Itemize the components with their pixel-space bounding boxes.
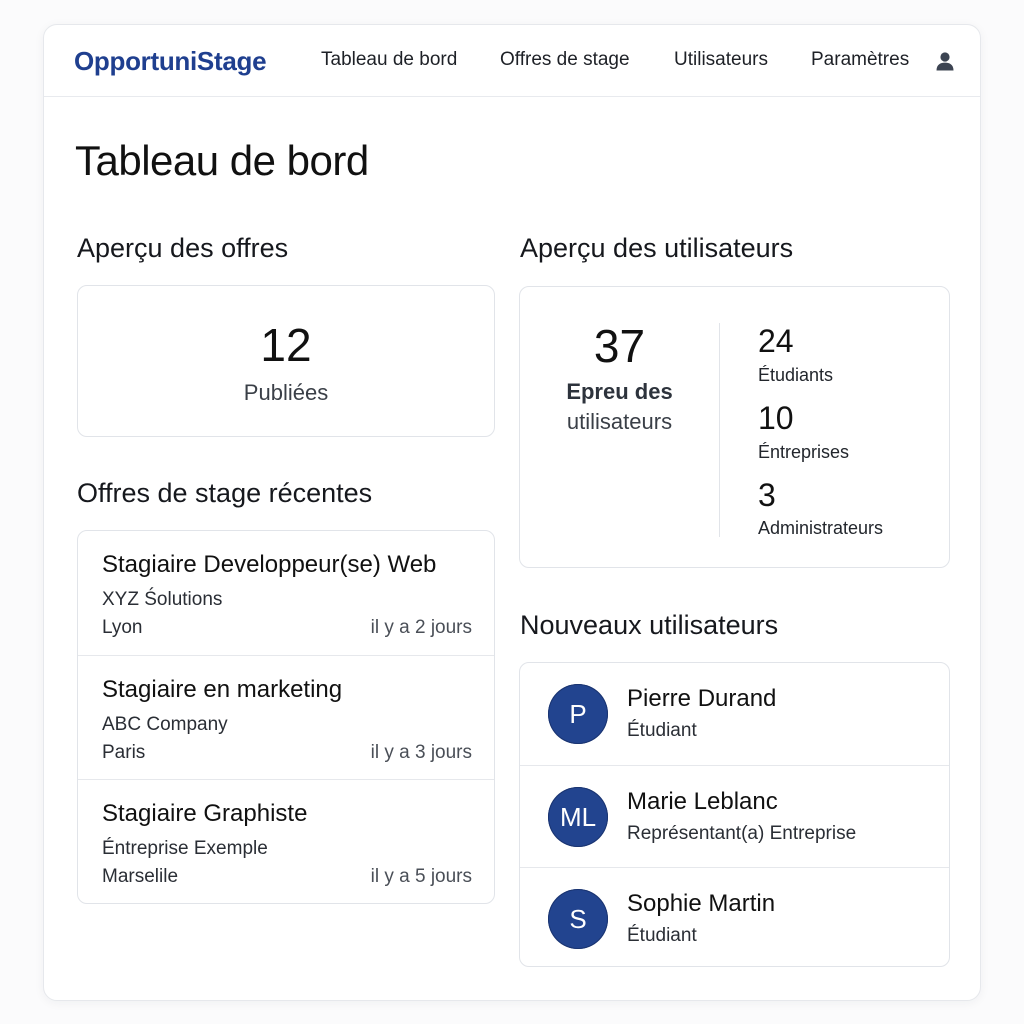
user-role: Étudiant	[627, 925, 697, 946]
offer-title[interactable]: Stagiaire Developpeur(se) Web	[102, 551, 436, 579]
top-navbar: OpportuniStage Tableau de bord Offres de…	[44, 25, 980, 97]
offer-item[interactable]: Stagiaire en marketing ABC Company Paris…	[78, 655, 494, 779]
page-title: Tableau de bord	[75, 137, 369, 184]
offer-time: il y a 2 jours	[370, 617, 472, 638]
offer-title[interactable]: Stagiaire Graphiste	[102, 800, 307, 828]
offer-item[interactable]: Stagiaire Developpeur(se) Web XYZ Śoluti…	[78, 531, 494, 655]
new-users-title: Nouveaux utilisateurs	[520, 610, 779, 640]
brand-logo[interactable]: OpportuniStage	[74, 46, 267, 77]
companies-label: Éntreprises	[758, 442, 850, 462]
students-count: 24	[758, 323, 794, 359]
total-users-count: 37	[593, 320, 646, 372]
published-offers-label: Publiées	[243, 380, 329, 405]
app-window: OpportuniStage Tableau de bord Offres de…	[43, 24, 981, 1001]
user-list-item[interactable]: P Pierre Durand Étudiant	[520, 663, 949, 765]
user-icon[interactable]	[934, 50, 956, 72]
offer-city: Paris	[102, 742, 146, 763]
offer-company: XYZ Śolutions	[102, 589, 223, 610]
avatar: P	[548, 684, 608, 744]
new-users-list: P Pierre Durand Étudiant ML Marie Leblan…	[519, 662, 950, 967]
offer-time: il y a 3 jours	[370, 742, 472, 763]
offer-company: Éntreprise Exemple	[102, 838, 268, 859]
user-icon-graphic	[936, 52, 954, 71]
offer-city: Lyon	[102, 617, 143, 638]
offer-item[interactable]: Stagiaire Graphiste Éntreprise Exemple M…	[78, 779, 494, 903]
nav-item-offres-de-stage[interactable]: Offres de stage	[500, 49, 630, 71]
companies-count: 10	[758, 400, 794, 436]
offers-overview-title: Aperçu des offres	[77, 233, 289, 263]
avatar: ML	[548, 787, 608, 847]
offer-company: ABC Company	[102, 714, 228, 735]
students-label: Étudiants	[758, 365, 834, 385]
offer-time: il y a 5 jours	[370, 866, 472, 887]
stats-divider	[719, 323, 720, 537]
nav-item-parametres[interactable]: Paramètres	[811, 49, 909, 71]
offers-overview-card: 12 Publiées	[77, 285, 495, 437]
offer-title[interactable]: Stagiaire en marketing	[102, 676, 342, 704]
user-name[interactable]: Marie Leblanc	[627, 788, 778, 816]
avatar: S	[548, 889, 608, 949]
admins-label: Administrateurs	[758, 518, 884, 538]
recent-offers-title: Offres de stage récentes	[77, 478, 373, 508]
users-overview-title: Aperçu des utilisateurs	[520, 233, 794, 263]
user-name[interactable]: Sophie Martin	[627, 890, 775, 918]
nav-item-utilisateurs[interactable]: Utilisateurs	[674, 49, 768, 71]
user-name[interactable]: Pierre Durand	[627, 685, 776, 713]
offer-city: Marselile	[102, 866, 179, 887]
admins-count: 3	[758, 477, 776, 513]
user-role: Étudiant	[627, 720, 697, 741]
user-role: Représentant(a) Entreprise	[627, 823, 857, 844]
recent-offers-list: Stagiaire Developpeur(se) Web XYZ Śoluti…	[77, 530, 495, 904]
users-overview-card: 37 Epreu des utilisateurs 24 Étudiants 1…	[519, 286, 950, 568]
total-users-label-line2: utilisateurs	[566, 409, 673, 434]
user-list-item[interactable]: S Sophie Martin Étudiant	[520, 867, 949, 966]
nav-item-tableau-de-bord[interactable]: Tableau de bord	[321, 49, 457, 71]
user-list-item[interactable]: ML Marie Leblanc Représentant(a) Entrepr…	[520, 765, 949, 867]
total-users-label-line1: Epreu des	[566, 379, 673, 404]
published-offers-count: 12	[260, 319, 312, 371]
